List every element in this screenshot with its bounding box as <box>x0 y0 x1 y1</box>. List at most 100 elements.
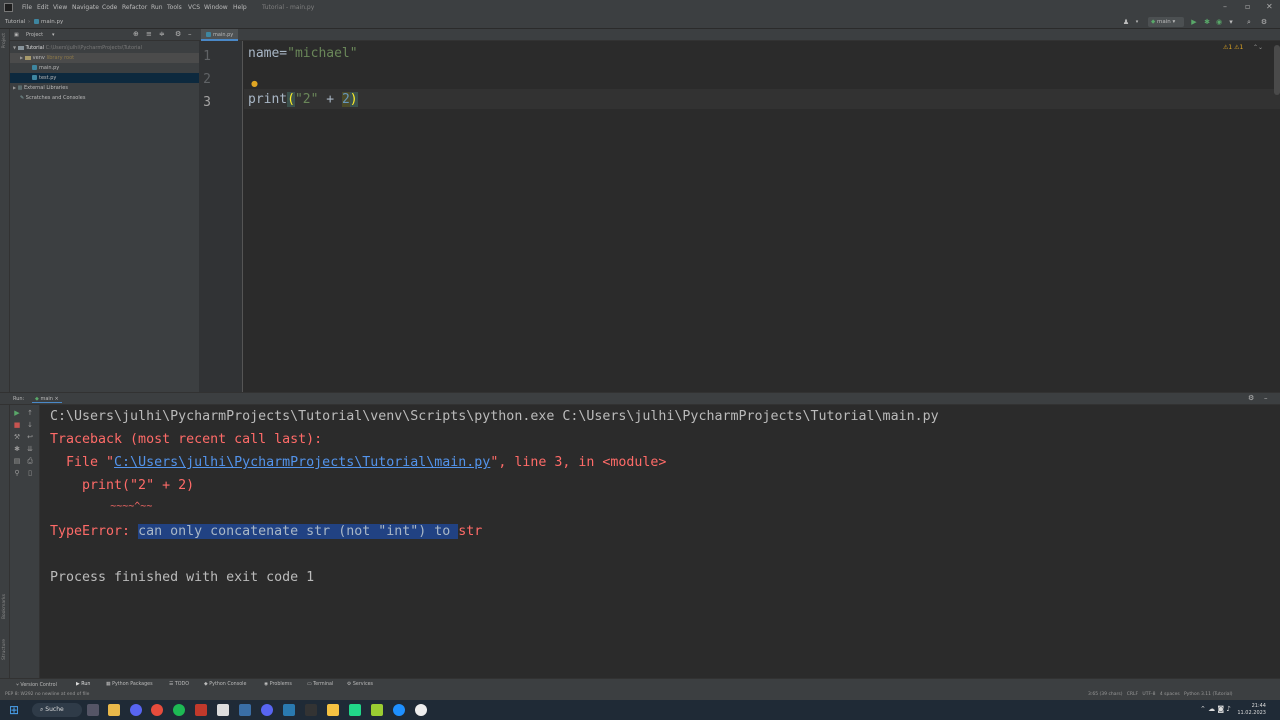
pin-icon[interactable]: ⚲ <box>13 469 21 477</box>
minimize-icon[interactable]: – <box>1223 2 1227 11</box>
tree-item-external-libraries[interactable]: ▶ ▥ External Libraries <box>10 83 199 93</box>
trash-icon[interactable]: ▯ <box>26 469 34 477</box>
console-selected-text[interactable]: can only concatenate str (not "int") to <box>138 524 459 539</box>
project-panel-title[interactable]: Project <box>26 32 43 38</box>
structure-tool-button[interactable]: Structure <box>2 639 7 660</box>
menu-view[interactable]: View <box>53 4 67 11</box>
tree-item-main-py[interactable]: main.py <box>10 63 199 73</box>
debug-console-icon[interactable]: ✱ <box>13 445 21 453</box>
folder-icon <box>24 55 31 60</box>
run-settings-icon[interactable]: ⚙ <box>1248 394 1254 402</box>
taskbar-clock[interactable]: 21:44 11.02.2023 <box>1237 703 1266 717</box>
panel-settings-icon[interactable]: ⚙ <box>175 30 181 38</box>
status-info[interactable]: 3:65 (39 chars) CRLF UTF-8 4 spaces Pyth… <box>1088 692 1233 697</box>
console-file-link[interactable]: C:\Users\julhi\PycharmProjects\Tutorial\… <box>114 455 490 470</box>
tool-label: Problems <box>269 682 292 687</box>
rerun-icon[interactable]: ▶ <box>13 409 21 417</box>
status-message[interactable]: PEP 8: W292 no newline at end of file <box>5 692 89 697</box>
menu-navigate[interactable]: Navigate <box>72 4 99 11</box>
breadcrumb-file[interactable]: main.py <box>34 19 63 25</box>
excel-icon[interactable] <box>371 704 383 716</box>
search-everywhere-icon[interactable]: ⌕ <box>1245 18 1253 26</box>
tool-problems[interactable]: ◉ Problems <box>264 682 292 687</box>
soft-wrap-icon[interactable]: ↩ <box>26 433 34 441</box>
maximize-icon[interactable]: ▫ <box>1245 2 1250 11</box>
run-config-selector[interactable]: ◆ main ▾ <box>1148 17 1184 27</box>
hide-panel-icon[interactable]: – <box>188 30 192 38</box>
user-icon[interactable]: ♟ <box>1122 18 1130 26</box>
project-tool-button[interactable]: Project <box>2 33 7 48</box>
user-chevron-icon[interactable]: ▾ <box>1133 18 1141 26</box>
print-icon[interactable]: ⎙ <box>26 457 34 465</box>
collapse-all-icon[interactable]: ≡ <box>146 30 152 38</box>
recorder-icon[interactable] <box>415 704 427 716</box>
tool-todo[interactable]: ☰ TODO <box>169 682 189 687</box>
stop-icon[interactable]: ■ <box>13 421 21 429</box>
taskbar-search[interactable]: ⌕ Suche <box>32 703 82 717</box>
menu-code[interactable]: Code <box>102 4 117 11</box>
scroll-down-icon[interactable]: ↓ <box>26 421 34 429</box>
more-run-icon[interactable]: ▾ <box>1227 18 1235 26</box>
tool-terminal[interactable]: ▭ Terminal <box>307 682 333 687</box>
discord-icon[interactable] <box>261 704 273 716</box>
close-icon[interactable]: ✕ <box>1266 2 1273 11</box>
tree-item-test-py[interactable]: test.py <box>10 73 199 83</box>
coverage-icon[interactable]: ◉ <box>1215 18 1223 26</box>
layout-icon[interactable]: ▤ <box>13 457 21 465</box>
tree-item-venv[interactable]: ▶ venv library root <box>10 53 199 63</box>
run-icon[interactable]: ▶ <box>1190 18 1198 26</box>
hide-run-panel-icon[interactable]: – <box>1264 394 1268 402</box>
tray-icons[interactable]: ⌃ ☁ ◙ ♪ <box>1200 705 1231 713</box>
editor-scrollbar[interactable] <box>1274 45 1280 95</box>
scroll-end-icon[interactable]: ⇊ <box>26 445 34 453</box>
settings-icon[interactable]: ⚙ <box>1260 18 1268 26</box>
word-icon[interactable] <box>239 704 251 716</box>
run-console[interactable]: C:\Users\julhi\PycharmProjects\Tutorial\… <box>40 405 1280 678</box>
tool-python-packages[interactable]: ▦ Python Packages <box>106 682 153 687</box>
notepad-icon[interactable] <box>217 704 229 716</box>
run-tab-main[interactable]: ◆ main × <box>32 396 62 403</box>
menu-edit[interactable]: Edit <box>37 4 49 11</box>
tool-run[interactable]: ▶ Run <box>76 682 90 687</box>
spotify-icon[interactable] <box>173 704 185 716</box>
folder-icon[interactable] <box>327 704 339 716</box>
wrench-icon[interactable]: ⚒ <box>13 433 21 441</box>
tab-main-py[interactable]: main.py <box>201 29 239 41</box>
menu-file[interactable]: File <box>22 4 32 11</box>
tree-item-label: Tutorial <box>25 45 45 51</box>
menu-tools[interactable]: Tools <box>167 4 182 11</box>
terminal-icon[interactable] <box>305 704 317 716</box>
pycharm-icon[interactable] <box>349 704 361 716</box>
scroll-up-icon[interactable]: ↑ <box>26 409 34 417</box>
code-line-1[interactable]: name="michael" <box>248 46 358 61</box>
menu-help[interactable]: Help <box>233 4 247 11</box>
vscode-icon[interactable] <box>283 704 295 716</box>
tool-version-control[interactable]: ⑂ Version Control <box>16 682 57 688</box>
menu-vcs[interactable]: VCS <box>188 4 200 11</box>
inspection-nav-icon[interactable]: ⌃⌄ <box>1253 44 1263 51</box>
app-icon[interactable] <box>195 704 207 716</box>
locate-file-icon[interactable]: ⊕ <box>133 30 139 38</box>
menu-run[interactable]: Run <box>151 4 163 11</box>
menu-refactor[interactable]: Refactor <box>122 4 147 11</box>
bookmarks-tool-button[interactable]: Bookmarks <box>2 594 7 619</box>
windows-start-icon[interactable]: ⊞ <box>9 703 19 717</box>
tool-services[interactable]: ⚙ Services <box>347 682 373 687</box>
tree-item-scratches[interactable]: ✎ Scratches and Consoles <box>10 93 199 103</box>
intention-bulb-icon[interactable]: ● <box>251 79 258 88</box>
chrome-icon[interactable] <box>151 704 163 716</box>
task-view-icon[interactable] <box>87 704 99 716</box>
breadcrumb-project[interactable]: Tutorial <box>5 19 25 25</box>
debug-icon[interactable]: ✱ <box>1203 18 1211 26</box>
project-dropdown-icon[interactable]: ▾ <box>52 32 55 38</box>
menu-window[interactable]: Window <box>204 4 228 11</box>
inspection-warnings[interactable]: ⚠1 ⚠1 <box>1223 44 1243 51</box>
file-explorer-icon[interactable] <box>108 704 120 716</box>
tree-item-tutorial[interactable]: ▼ Tutorial C:\Users\julhi\PycharmProject… <box>10 43 199 53</box>
tool-python-console[interactable]: ◆ Python Console <box>204 682 246 687</box>
expand-all-icon[interactable]: ≑ <box>159 30 165 38</box>
chat-icon[interactable] <box>130 704 142 716</box>
code-line-3[interactable]: print("2" + 2) <box>248 92 358 107</box>
code-editor[interactable]: main.py 1 2 3 name="michael" ● print("2"… <box>199 29 1280 392</box>
browser-icon[interactable] <box>393 704 405 716</box>
